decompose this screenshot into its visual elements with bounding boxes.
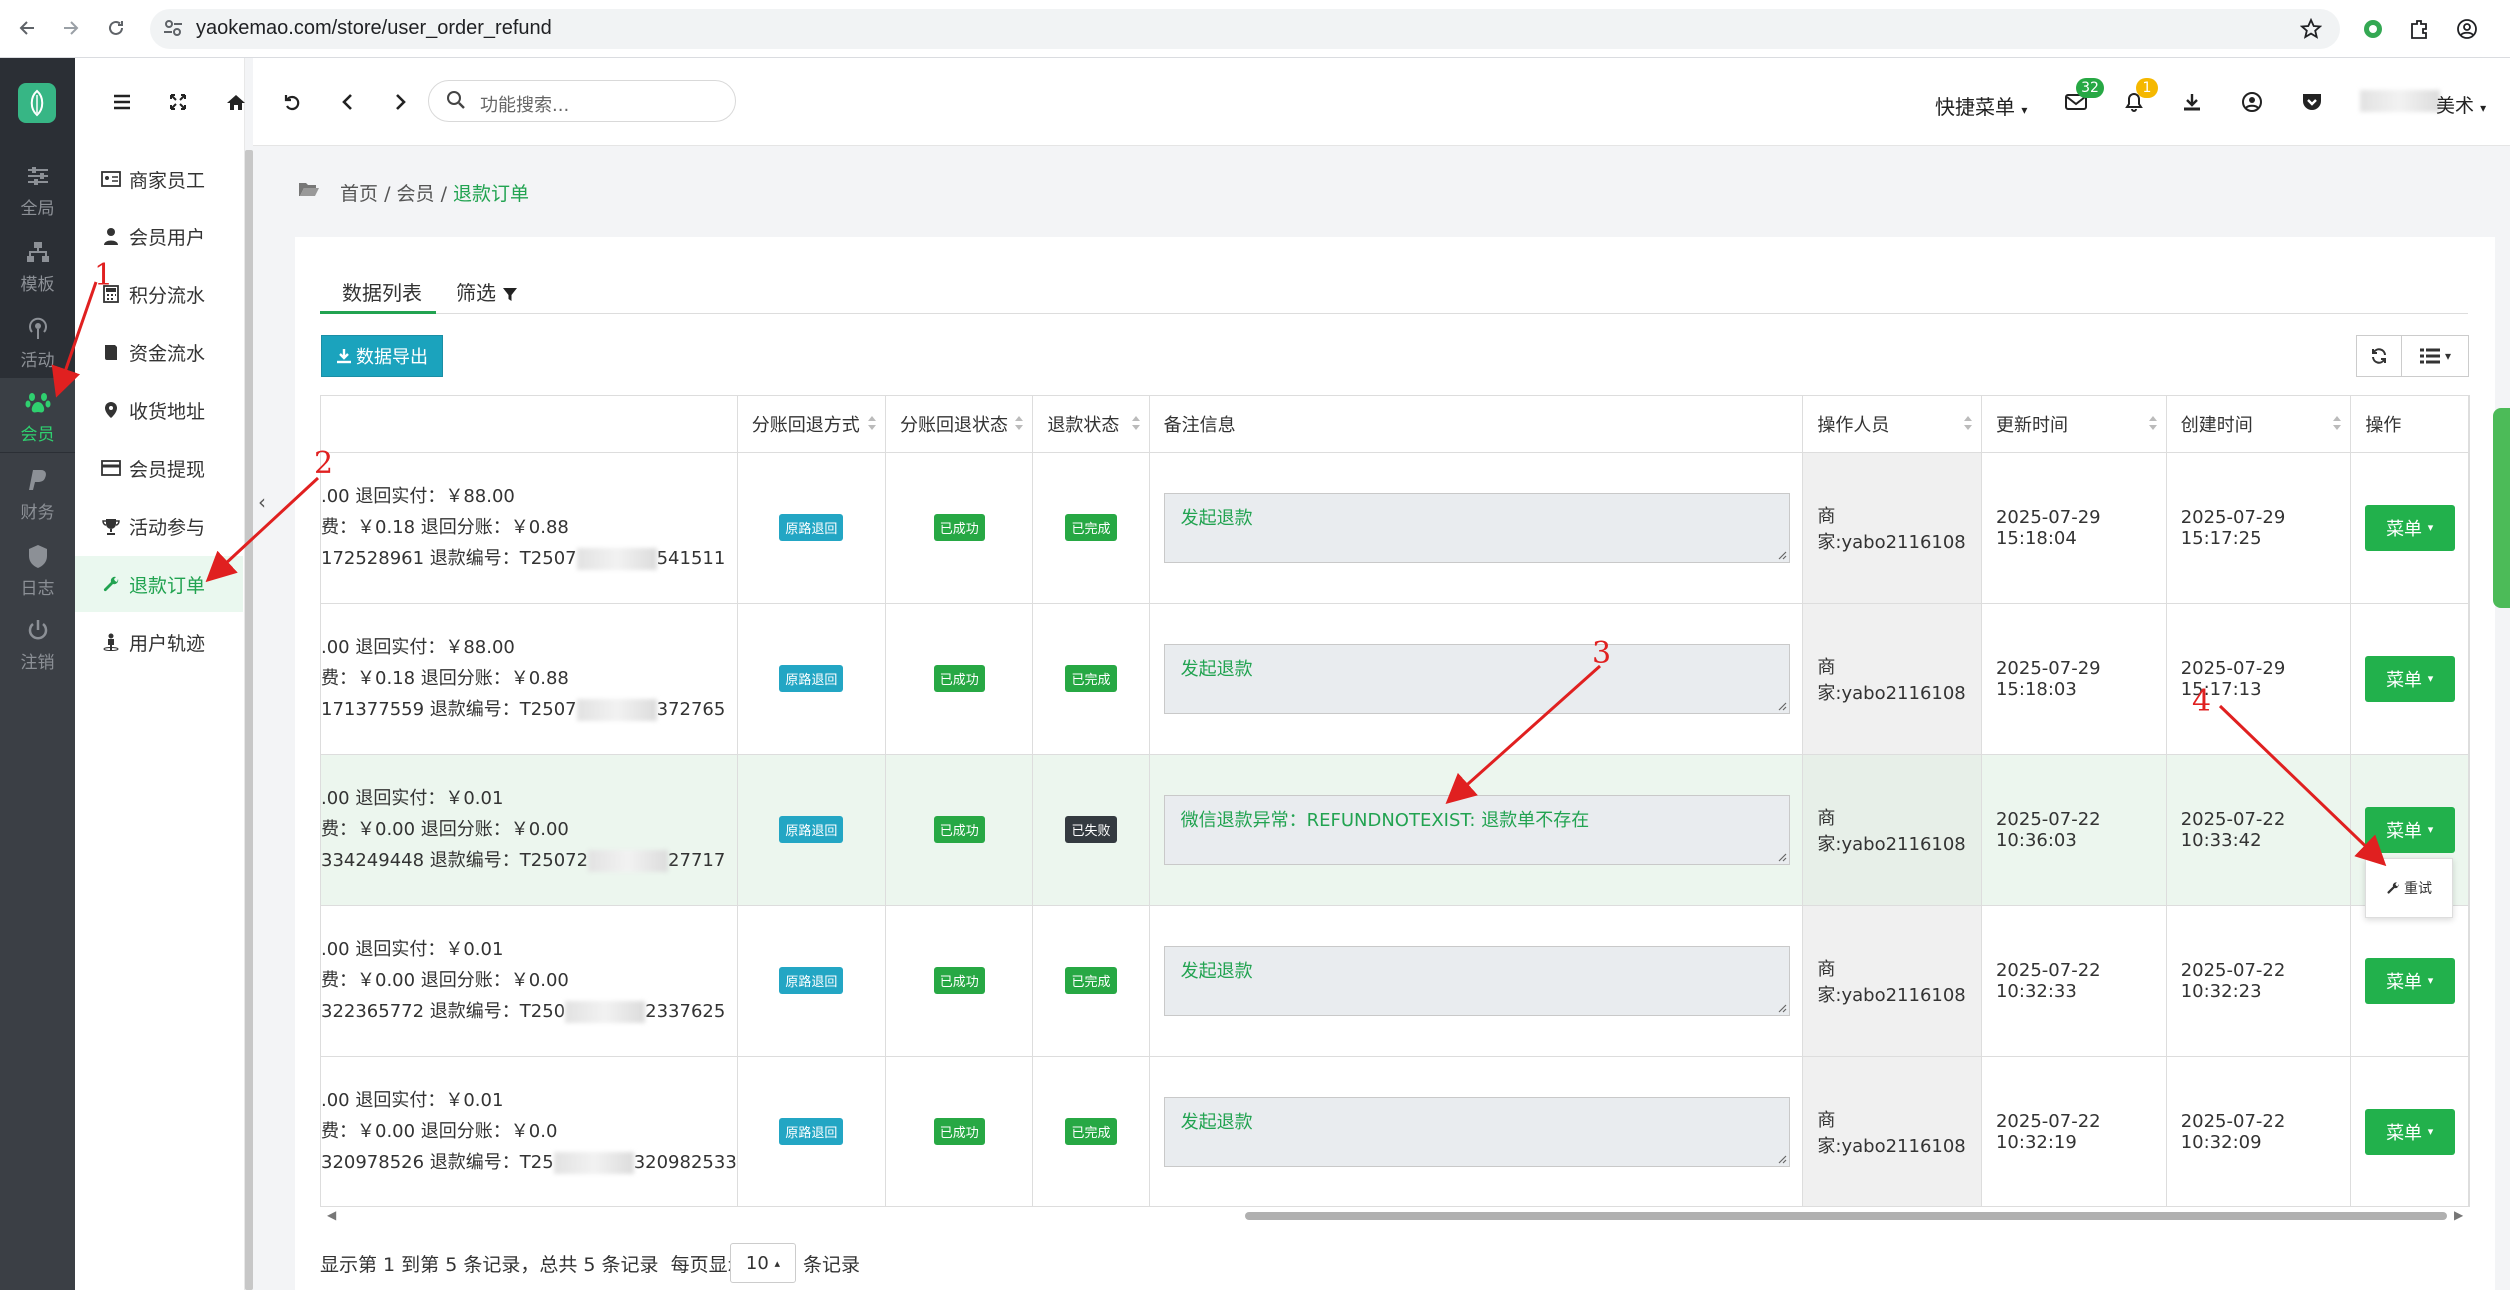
annotation-label-1: 1 [94, 258, 114, 293]
annotation-label-4: 4 [2192, 684, 2212, 719]
annotation-arrow-2 [205, 476, 320, 583]
annotation-arrow-3 [1445, 664, 1601, 804]
annotation-label-3: 3 [1592, 636, 1612, 671]
annotation-arrow-4 [2218, 704, 2387, 867]
annotation-label-2: 2 [314, 446, 334, 481]
annotation-overlay [51, 281, 2387, 867]
annotation-arrow-1 [51, 281, 98, 398]
